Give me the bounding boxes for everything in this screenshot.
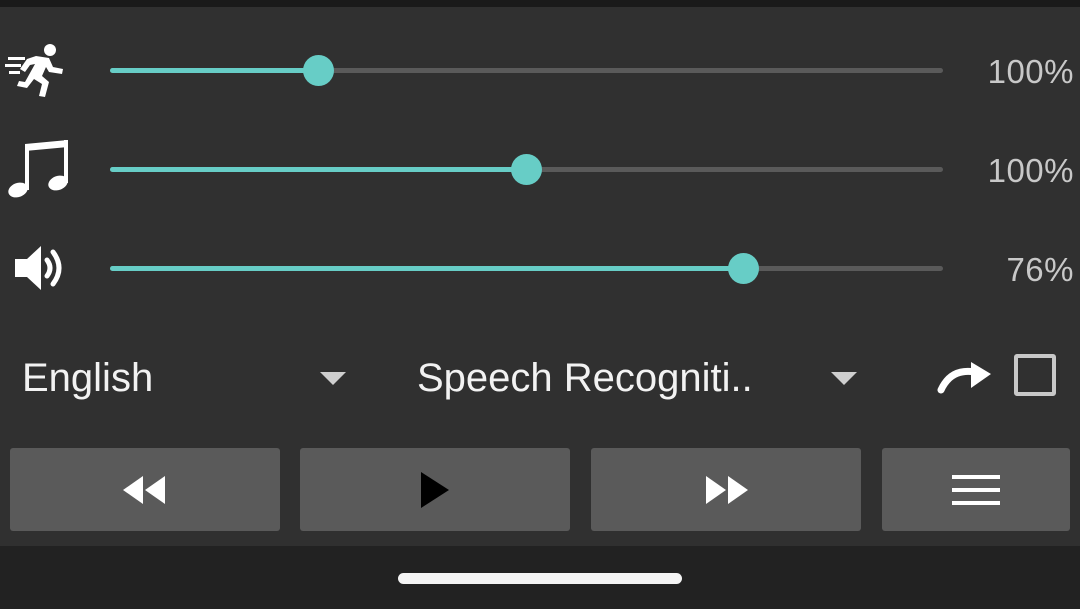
pitch-slider-fill <box>110 167 527 172</box>
speed-slider-row: 100% <box>0 31 1080 111</box>
caret-down-icon <box>831 372 857 385</box>
speed-slider[interactable] <box>110 55 943 86</box>
mode-select[interactable]: Speech Recogniti.. <box>417 345 863 411</box>
player-screen: 100% 100% 76% English Speech Recogniti.. <box>0 0 1080 609</box>
pitch-slider-thumb[interactable] <box>511 154 542 185</box>
mode-select-value: Speech Recogniti.. <box>417 356 753 400</box>
navigation-bar <box>0 546 1080 609</box>
rewind-icon <box>123 475 165 504</box>
language-select-value: English <box>22 356 154 400</box>
menu-button[interactable] <box>882 448 1070 531</box>
running-man-icon <box>4 38 70 104</box>
caret-down-icon <box>320 372 346 385</box>
play-icon <box>421 471 449 508</box>
redo-arrow-icon <box>937 362 991 394</box>
language-select[interactable]: English <box>22 345 352 411</box>
pitch-slider-row: 100% <box>0 130 1080 210</box>
play-button[interactable] <box>300 448 570 531</box>
hamburger-menu-icon <box>952 474 1000 505</box>
speaker-volume-icon <box>4 235 70 301</box>
rewind-button[interactable] <box>10 448 280 531</box>
pitch-slider[interactable] <box>110 154 943 185</box>
checkbox[interactable] <box>1014 354 1056 396</box>
volume-slider-row: 76% <box>0 229 1080 309</box>
fast-forward-button[interactable] <box>591 448 861 531</box>
volume-slider[interactable] <box>110 253 943 284</box>
pitch-value: 100% <box>987 152 1074 189</box>
repeat-button[interactable] <box>933 353 995 403</box>
top-divider <box>0 0 1080 7</box>
music-note-icon <box>4 137 70 203</box>
speed-slider-thumb[interactable] <box>302 55 334 86</box>
speed-value: 100% <box>987 53 1074 90</box>
volume-slider-thumb[interactable] <box>727 253 759 284</box>
home-indicator[interactable] <box>398 573 682 584</box>
volume-slider-fill <box>110 266 744 271</box>
volume-value: 76% <box>1006 251 1074 288</box>
fast-forward-icon <box>706 475 748 504</box>
speed-slider-fill <box>110 68 319 73</box>
